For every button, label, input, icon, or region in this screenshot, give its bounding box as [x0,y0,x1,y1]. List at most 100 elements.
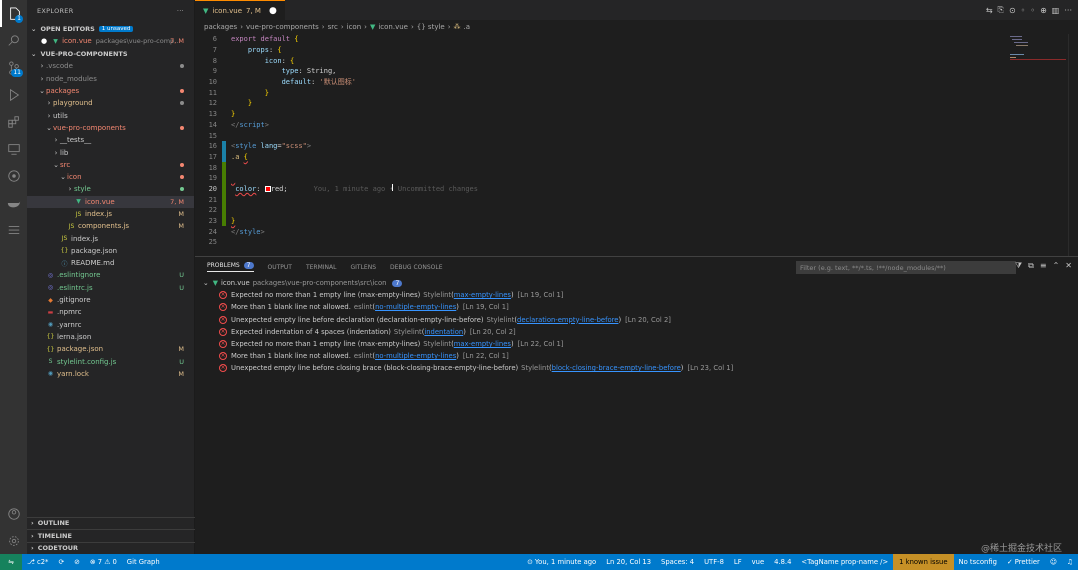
tree-folder[interactable]: ⌄ vue-pro-components [27,122,194,134]
problem-item[interactable]: × More than 1 blank line not allowed. esli… [195,350,1078,362]
compare-changes-icon[interactable]: ⇆ [986,6,993,15]
open-editor-item[interactable]: ● ▼ icon.vue packages\vue-pro-comp... 7,… [27,35,194,47]
git-gutter-indicator[interactable] [222,172,226,184]
rule-link[interactable]: indentation [424,328,463,336]
extensions-icon[interactable] [0,108,27,135]
dirty-dot-icon[interactable]: ● [41,37,47,45]
git-gutter-indicator[interactable] [222,194,226,205]
open-preview-icon[interactable]: ⊕ [1040,6,1047,15]
tree-file[interactable]: ◉ yarn.lock M [27,368,194,380]
tab-output[interactable]: OUTPUT [268,264,292,271]
rule-link[interactable]: block-closing-brace-empty-line-before [552,364,681,372]
rule-link[interactable]: declaration-empty-line-before [517,316,618,324]
workspace-section[interactable]: ⌄ VUE-PRO-COMPONENTS [27,47,194,60]
sync-icon[interactable]: ⟳ [53,558,69,566]
git-gutter-indicator[interactable] [222,120,226,131]
timeline-section[interactable]: › TIMELINE [27,529,195,542]
tree-file[interactable]: ◉ .yarnrc [27,319,194,331]
problem-item[interactable]: × Unexpected empty line before closing br… [195,362,1078,374]
git-gutter-indicator[interactable] [222,226,226,237]
source-control-icon[interactable]: 11 [0,54,27,81]
run-debug-icon[interactable] [0,81,27,108]
git-graph-button[interactable]: Git Graph [122,558,165,566]
problems-status[interactable]: ⊗ 7 ⚠ 0 [85,558,122,566]
eol-status[interactable]: LF [729,558,747,566]
tree-folder[interactable]: ⌄ packages [27,85,194,97]
open-editors-section[interactable]: ⌄ OPEN EDITORS 1 unsaved [27,22,194,35]
go-back-icon[interactable]: ◦ [1021,6,1026,15]
blame-status[interactable]: ⊙ You, 1 minute ago [522,558,601,566]
editor-tab-icon-vue[interactable]: ▼ icon.vue 7, M ● [195,0,285,20]
git-gutter-indicator[interactable] [222,98,226,109]
problem-item[interactable]: × Expected no more than 1 empty line (max… [195,289,1078,301]
git-gutter-indicator[interactable] [222,162,226,173]
rule-link[interactable]: max-empty-lines [454,340,511,348]
chevron-up-icon[interactable]: ⌃ [1053,261,1060,271]
git-gutter-indicator[interactable] [222,140,226,152]
remote-indicator-icon[interactable]: ⇋ [0,554,22,570]
git-gutter-indicator[interactable] [222,77,226,88]
git-gutter-indicator[interactable] [222,215,226,227]
notifications-bell-icon[interactable]: ♫ [1062,558,1078,566]
live-share-icon[interactable]: ⊘ [69,558,85,566]
tab-gitlens[interactable]: GITLENS [350,264,376,271]
tree-file[interactable]: ◎ .eslintrc.js U [27,282,194,294]
filter-icon[interactable]: ⧩ [1015,261,1022,271]
gitlens-icon[interactable] [0,162,27,189]
problems-file-row[interactable]: ⌄ ▼ icon.vue packages\vue-pro-components… [195,277,1078,289]
breadcrumb-item[interactable]: vue-pro-components [246,23,319,31]
open-changes-icon[interactable]: ⎘ [998,5,1004,15]
tree-file[interactable]: {} package.json M [27,343,194,355]
ts-version[interactable]: 4.8.4 [769,558,796,566]
tree-folder[interactable]: › node_modules [27,73,194,85]
tree-file[interactable]: {} lerna.json [27,331,194,343]
git-gutter-indicator[interactable] [222,151,226,163]
go-forward-icon[interactable]: ◦ [1030,6,1035,15]
breadcrumb-item[interactable]: icon [347,23,362,31]
git-gutter-indicator[interactable] [222,66,226,77]
settings-gear-icon[interactable] [0,527,27,554]
git-gutter-indicator[interactable] [222,34,226,45]
dirty-dot-icon[interactable]: ● [269,6,277,16]
docker-icon[interactable] [0,189,27,216]
toggle-blame-icon[interactable]: ⊙ [1009,6,1016,15]
git-gutter-indicator[interactable] [222,183,226,195]
code-editor[interactable]: 6 export default {7 props: {8 icon: {9 ty… [195,34,1005,254]
more-actions-icon[interactable]: ··· [1064,6,1072,15]
tree-file[interactable]: Sstylelint.config.js U [27,355,194,367]
tree-file[interactable]: ◆ .gitignore [27,294,194,306]
view-as-list-icon[interactable]: ≡ [1040,261,1047,271]
problem-item[interactable]: × More than 1 blank line not allowed. esli… [195,301,1078,313]
tree-folder[interactable]: ⌄ src [27,159,194,171]
git-gutter-indicator[interactable] [222,237,226,248]
cursor-position[interactable]: Ln 20, Col 13 [601,558,656,566]
close-panel-icon[interactable]: ✕ [1065,261,1072,271]
editor-scrollbar[interactable] [1068,34,1078,256]
account-icon[interactable] [0,500,27,527]
breadcrumb-item[interactable]: src [328,23,338,31]
tab-debug-console[interactable]: DEBUG CONSOLE [390,264,443,271]
more-actions-icon[interactable]: ··· [177,7,184,15]
encoding-status[interactable]: UTF-8 [699,558,729,566]
tree-folder[interactable]: › .vscode [27,60,194,72]
git-branch[interactable]: ⎇ c2* [22,558,53,566]
tree-file[interactable]: {} package.json [27,245,194,257]
problem-item[interactable]: × Expected indentation of 4 spaces (inden… [195,326,1078,338]
git-gutter-indicator[interactable] [222,130,226,141]
explorer-icon[interactable]: 1 [0,0,27,27]
rule-link[interactable]: max-empty-lines [454,291,511,299]
tag-format-status[interactable]: <TagName prop-name /> [796,558,893,566]
tree-folder[interactable]: › __tests__ [27,134,194,146]
problem-item[interactable]: × Expected no more than 1 empty line (max… [195,338,1078,350]
git-gutter-indicator[interactable] [222,87,226,98]
tree-file[interactable]: JS index.js M [27,208,194,220]
tab-terminal[interactable]: TERMINAL [306,264,337,271]
language-mode[interactable]: vue [747,558,770,566]
breadcrumb-item[interactable]: {} style [417,23,445,31]
tree-folder[interactable]: › style [27,183,194,195]
codetour-section[interactable]: › CODETOUR [27,541,195,555]
tree-file[interactable]: ▼ icon.vue 7, M [27,195,194,208]
tree-file[interactable]: ⓘ README.md [27,257,194,269]
minimap[interactable] [1008,34,1068,254]
git-gutter-indicator[interactable] [222,109,226,120]
